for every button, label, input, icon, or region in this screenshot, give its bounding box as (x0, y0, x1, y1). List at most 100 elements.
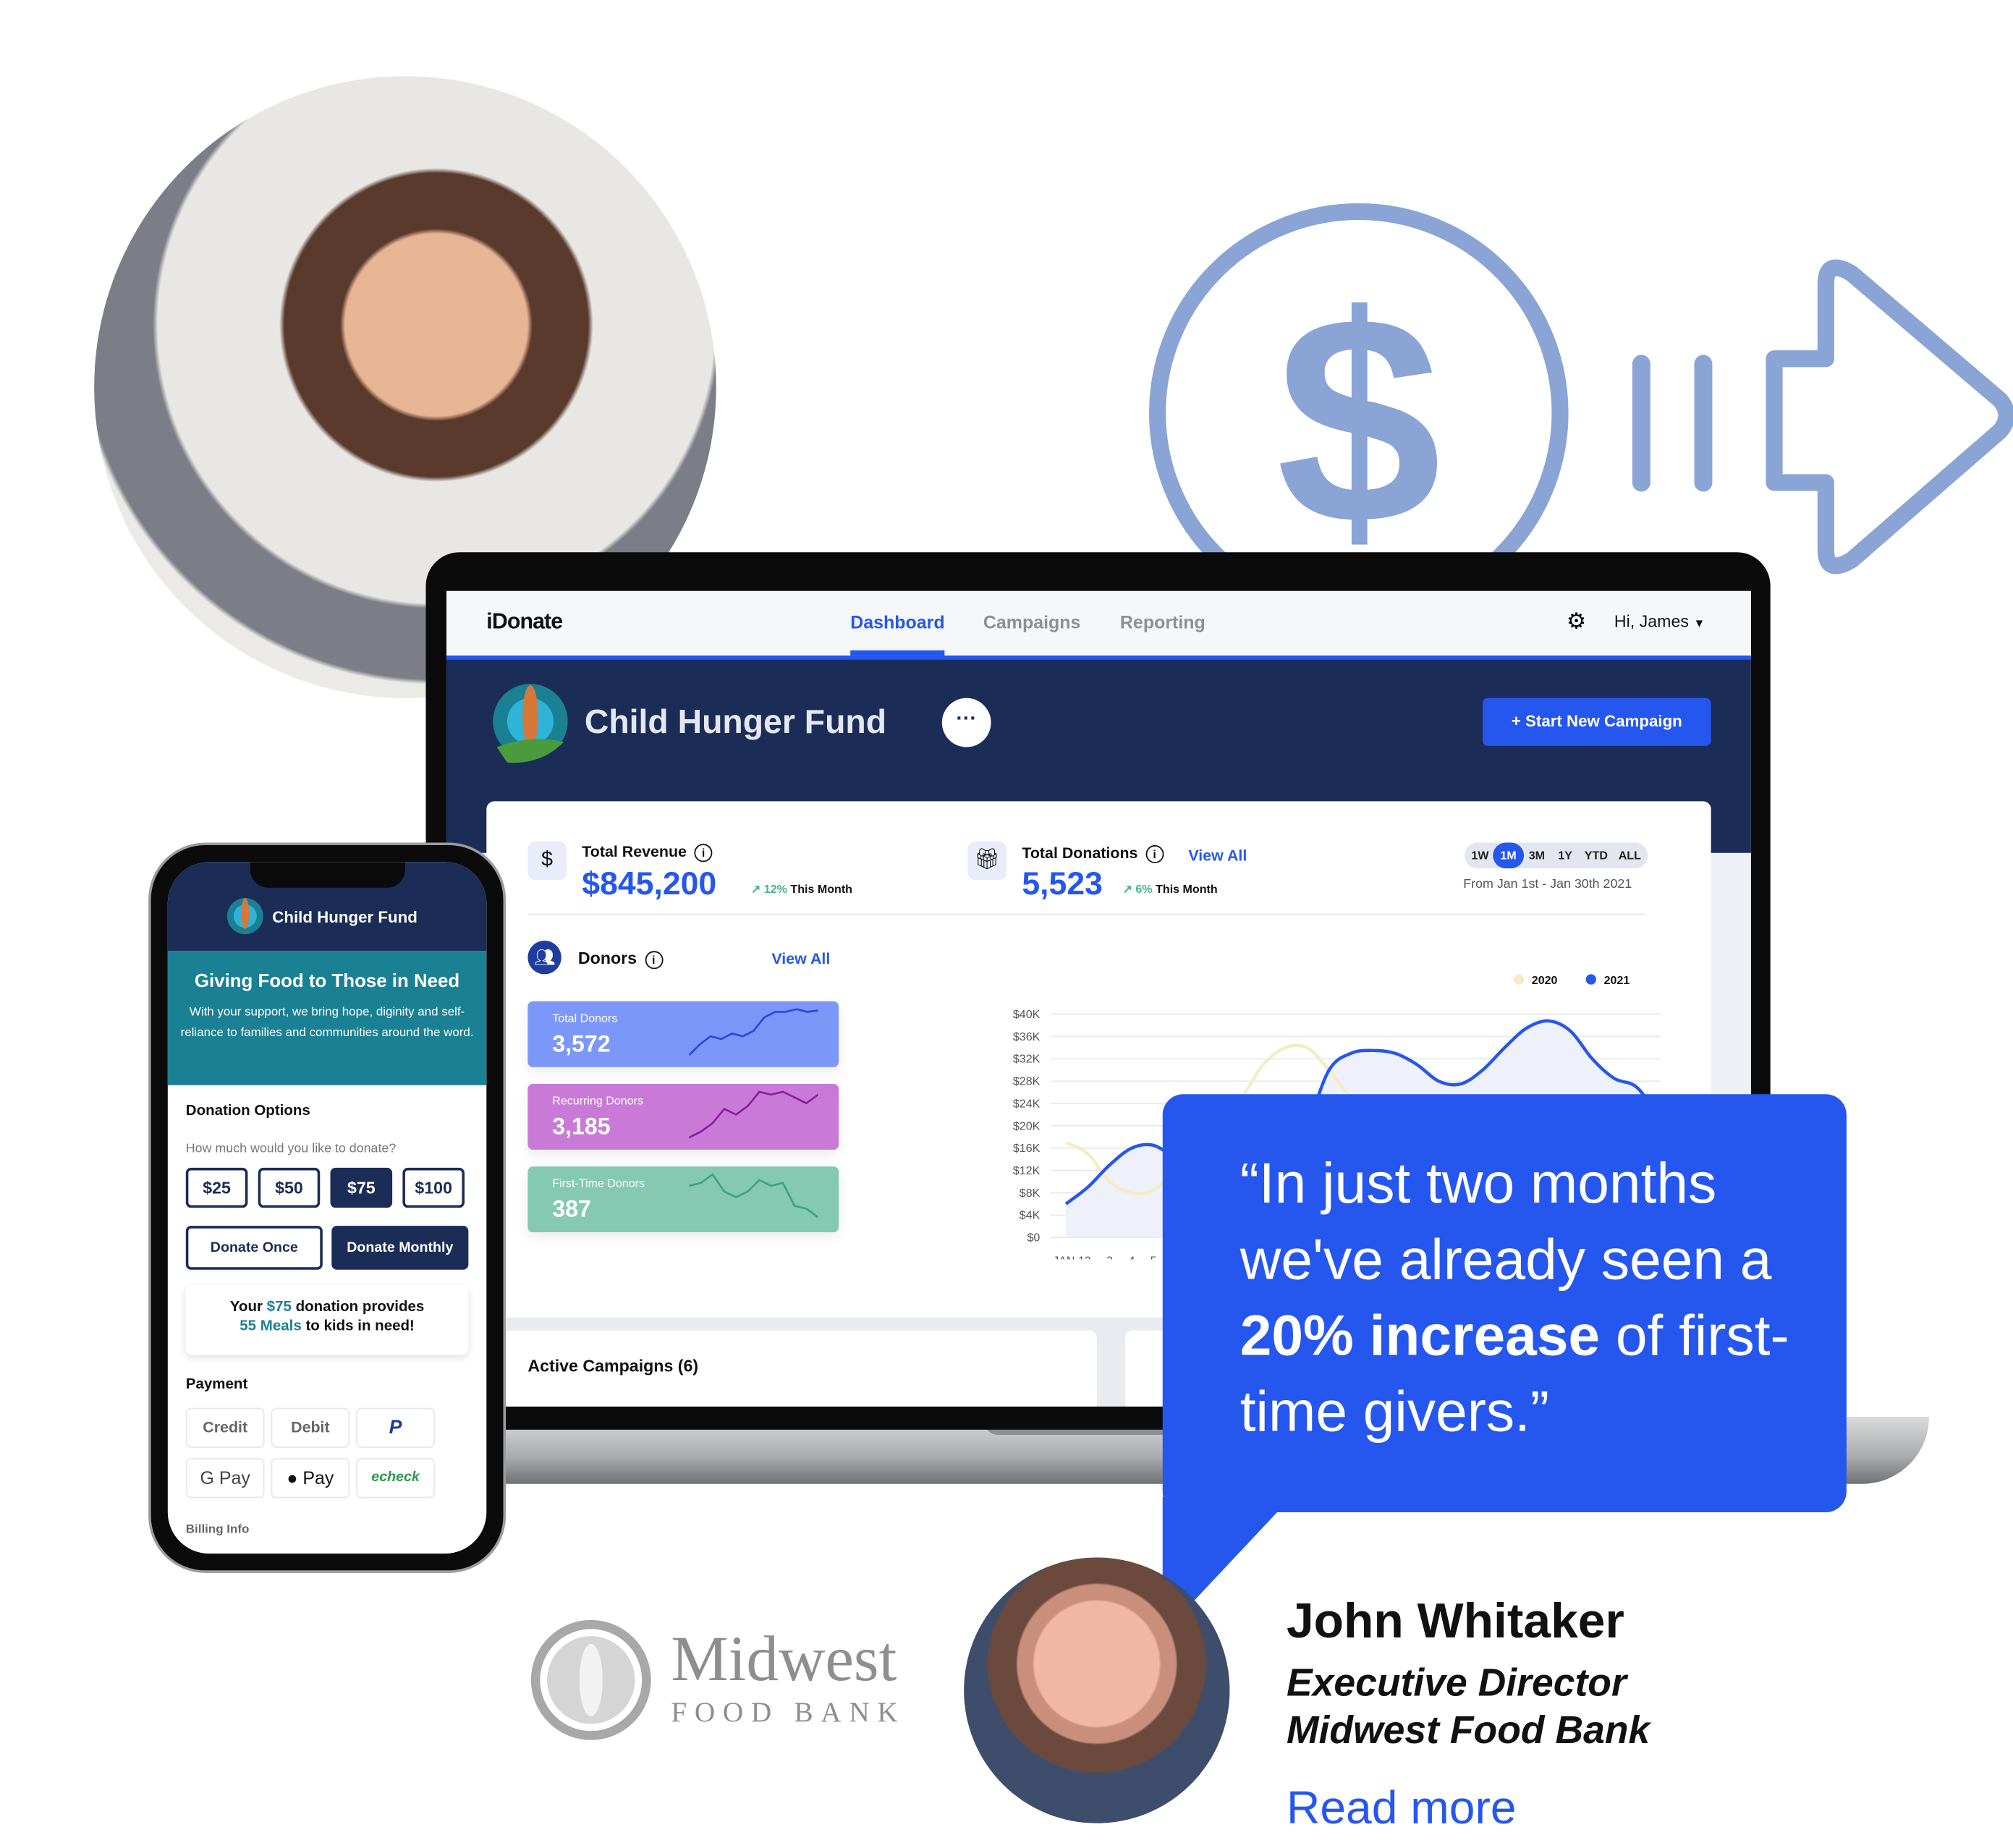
y-tick-label: $4K (1020, 1209, 1041, 1222)
active-campaigns-card: Active Campaigns (6) (503, 1331, 1096, 1407)
y-tick-label: $16K (1013, 1142, 1041, 1155)
range-1w[interactable]: 1W (1467, 842, 1493, 868)
tab-reporting[interactable]: Reporting (1120, 611, 1205, 632)
person-org: Midwest Food Bank (1287, 1710, 1650, 1754)
caret-down-icon: ▼ (1693, 616, 1705, 630)
x-tick-label: 3 (1106, 1255, 1113, 1260)
person-name: John Whitaker (1287, 1595, 1624, 1650)
logo-text-food-bank: FOOD BANK (671, 1695, 905, 1729)
y-tick-label: $0 (1027, 1232, 1040, 1245)
more-options-button[interactable]: ··· (942, 698, 991, 747)
phone-mockup: Child Hunger Fund Giving Food to Those i… (151, 845, 504, 1570)
info-icon[interactable]: i (695, 844, 713, 862)
donor-card-value: 3,572 (552, 1031, 610, 1058)
pay-paypal-button[interactable]: P (356, 1408, 435, 1448)
legend-swatch-2021 (1586, 974, 1596, 984)
range-ytd[interactable]: YTD (1581, 842, 1612, 868)
testimonial-bubble: “In just two months we've already seen a… (1163, 1094, 1847, 1512)
app-logo[interactable]: iDonate (486, 609, 562, 635)
campaign-title: Child Hunger Fund (585, 702, 886, 742)
y-tick-label: $8K (1020, 1187, 1041, 1200)
logo-text-midwest: Midwest (671, 1626, 897, 1690)
donation-form-screen: Child Hunger Fund Giving Food to Those i… (168, 862, 486, 1554)
total-revenue-value: $845,200 (582, 866, 716, 904)
pay-echeck-button[interactable]: echeck (356, 1458, 435, 1498)
donors-icon: 👥︎ (527, 941, 561, 974)
phone-headline: Giving Food to Those in Need (168, 972, 486, 993)
donation-options-title: Donation Options (186, 1103, 310, 1119)
billing-info-title: Billing Info (186, 1522, 250, 1537)
phone-description: With your support, we bring hope, digini… (178, 1003, 476, 1044)
donations-view-all-link[interactable]: View All (1188, 847, 1247, 865)
total-donations-value: 5,523 (1022, 866, 1103, 904)
y-tick-label: $24K (1013, 1097, 1041, 1110)
sparkline-line (689, 1092, 818, 1137)
payment-title: Payment (186, 1377, 247, 1392)
gear-icon[interactable]: ⚙ (1567, 609, 1586, 635)
range-1y[interactable]: 1Y (1552, 842, 1578, 868)
donor-card-value: 3,185 (552, 1114, 610, 1140)
y-tick-label: $12K (1013, 1164, 1041, 1177)
user-menu[interactable]: Hi, James ▼ (1614, 611, 1705, 631)
marketing-canvas: $ iDonate Dashboard Campaigns Reporting … (0, 0, 2013, 1848)
donors-view-all-link[interactable]: View All (771, 950, 830, 968)
impact-message: Your $75 donation provides55 Meals to ki… (186, 1285, 469, 1355)
phone-notch (250, 862, 405, 888)
sparkline (689, 1171, 818, 1226)
range-1m[interactable]: 1M (1493, 842, 1524, 868)
divider (527, 914, 1645, 915)
legend-label-2021: 2021 (1604, 974, 1630, 987)
x-tick-label: 2 (1085, 1255, 1091, 1260)
user-greeting: Hi, James (1614, 611, 1689, 631)
total-donations-label: Total Donationsi (1022, 844, 1164, 862)
campaign-logo (224, 893, 266, 939)
revenue-delta: ↗ 12% This Month (751, 883, 852, 897)
x-tick-label: JAN 1 (1053, 1255, 1085, 1260)
donate-monthly-button[interactable]: Donate Monthly (331, 1226, 468, 1270)
sparkline-line (689, 1009, 818, 1056)
phone-banner: Giving Food to Those in Need With your s… (168, 951, 486, 1085)
y-tick-label: $28K (1013, 1075, 1041, 1088)
range-3m[interactable]: 3M (1524, 842, 1550, 868)
pay-applepay-button[interactable]: ● Pay (271, 1458, 349, 1498)
wheat-logo-icon (529, 1618, 653, 1742)
donation-question: How much would you like to donate? (186, 1142, 396, 1156)
dollar-sign: $ (1276, 254, 1441, 585)
donors-title: Donorsi (578, 949, 663, 969)
tab-dashboard[interactable]: Dashboard (850, 611, 944, 632)
donate-once-button[interactable]: Donate Once (186, 1226, 323, 1270)
time-range-selector: 1W 1M 3M 1Y YTD ALL (1465, 842, 1648, 868)
x-tick-label: 5 (1150, 1255, 1157, 1260)
pay-gpay-button[interactable]: G Pay (186, 1458, 265, 1498)
campaign-logo (489, 670, 572, 768)
legend-label-2020: 2020 (1532, 974, 1558, 987)
amount-25-button[interactable]: $25 (186, 1168, 248, 1208)
read-more-link[interactable]: Read more (1287, 1781, 1517, 1835)
pay-credit-button[interactable]: Credit (186, 1408, 265, 1448)
info-icon[interactable]: i (645, 951, 663, 969)
testimonial-quote: “In just two months we've already seen a… (1240, 1146, 1834, 1451)
donor-stat-card[interactable]: Total Donors3,572 (527, 1001, 839, 1067)
amount-50-button[interactable]: $50 (258, 1168, 321, 1208)
arrow-right-icon (1774, 268, 2006, 566)
amount-100-button[interactable]: $100 (402, 1168, 465, 1208)
start-new-campaign-button[interactable]: + Start New Campaign (1483, 698, 1711, 746)
testimonial-photo (964, 1557, 1229, 1823)
donor-card-value: 387 (552, 1196, 591, 1223)
y-tick-label: $20K (1013, 1119, 1041, 1132)
donations-delta: ↗ 6% This Month (1122, 883, 1217, 897)
pay-debit-button[interactable]: Debit (271, 1408, 349, 1448)
apple-icon: ● (287, 1467, 297, 1488)
top-nav: iDonate Dashboard Campaigns Reporting ⚙ … (446, 591, 1751, 660)
x-tick-label: 4 (1128, 1255, 1135, 1260)
tab-campaigns[interactable]: Campaigns (983, 611, 1081, 632)
phone-campaign-title: Child Hunger Fund (272, 908, 418, 926)
info-icon[interactable]: i (1145, 845, 1164, 863)
donor-stat-card[interactable]: Recurring Donors3,185 (527, 1084, 839, 1150)
date-range-text: From Jan 1st - Jan 30th 2021 (1463, 878, 1632, 892)
amount-75-button[interactable]: $75 (331, 1168, 393, 1208)
donor-stat-card[interactable]: First-Time Donors 387 (527, 1166, 839, 1232)
donor-card-label: First-Time Donors (552, 1177, 645, 1190)
range-all[interactable]: ALL (1614, 842, 1645, 868)
active-campaigns-title: Active Campaigns (6) (527, 1356, 698, 1376)
